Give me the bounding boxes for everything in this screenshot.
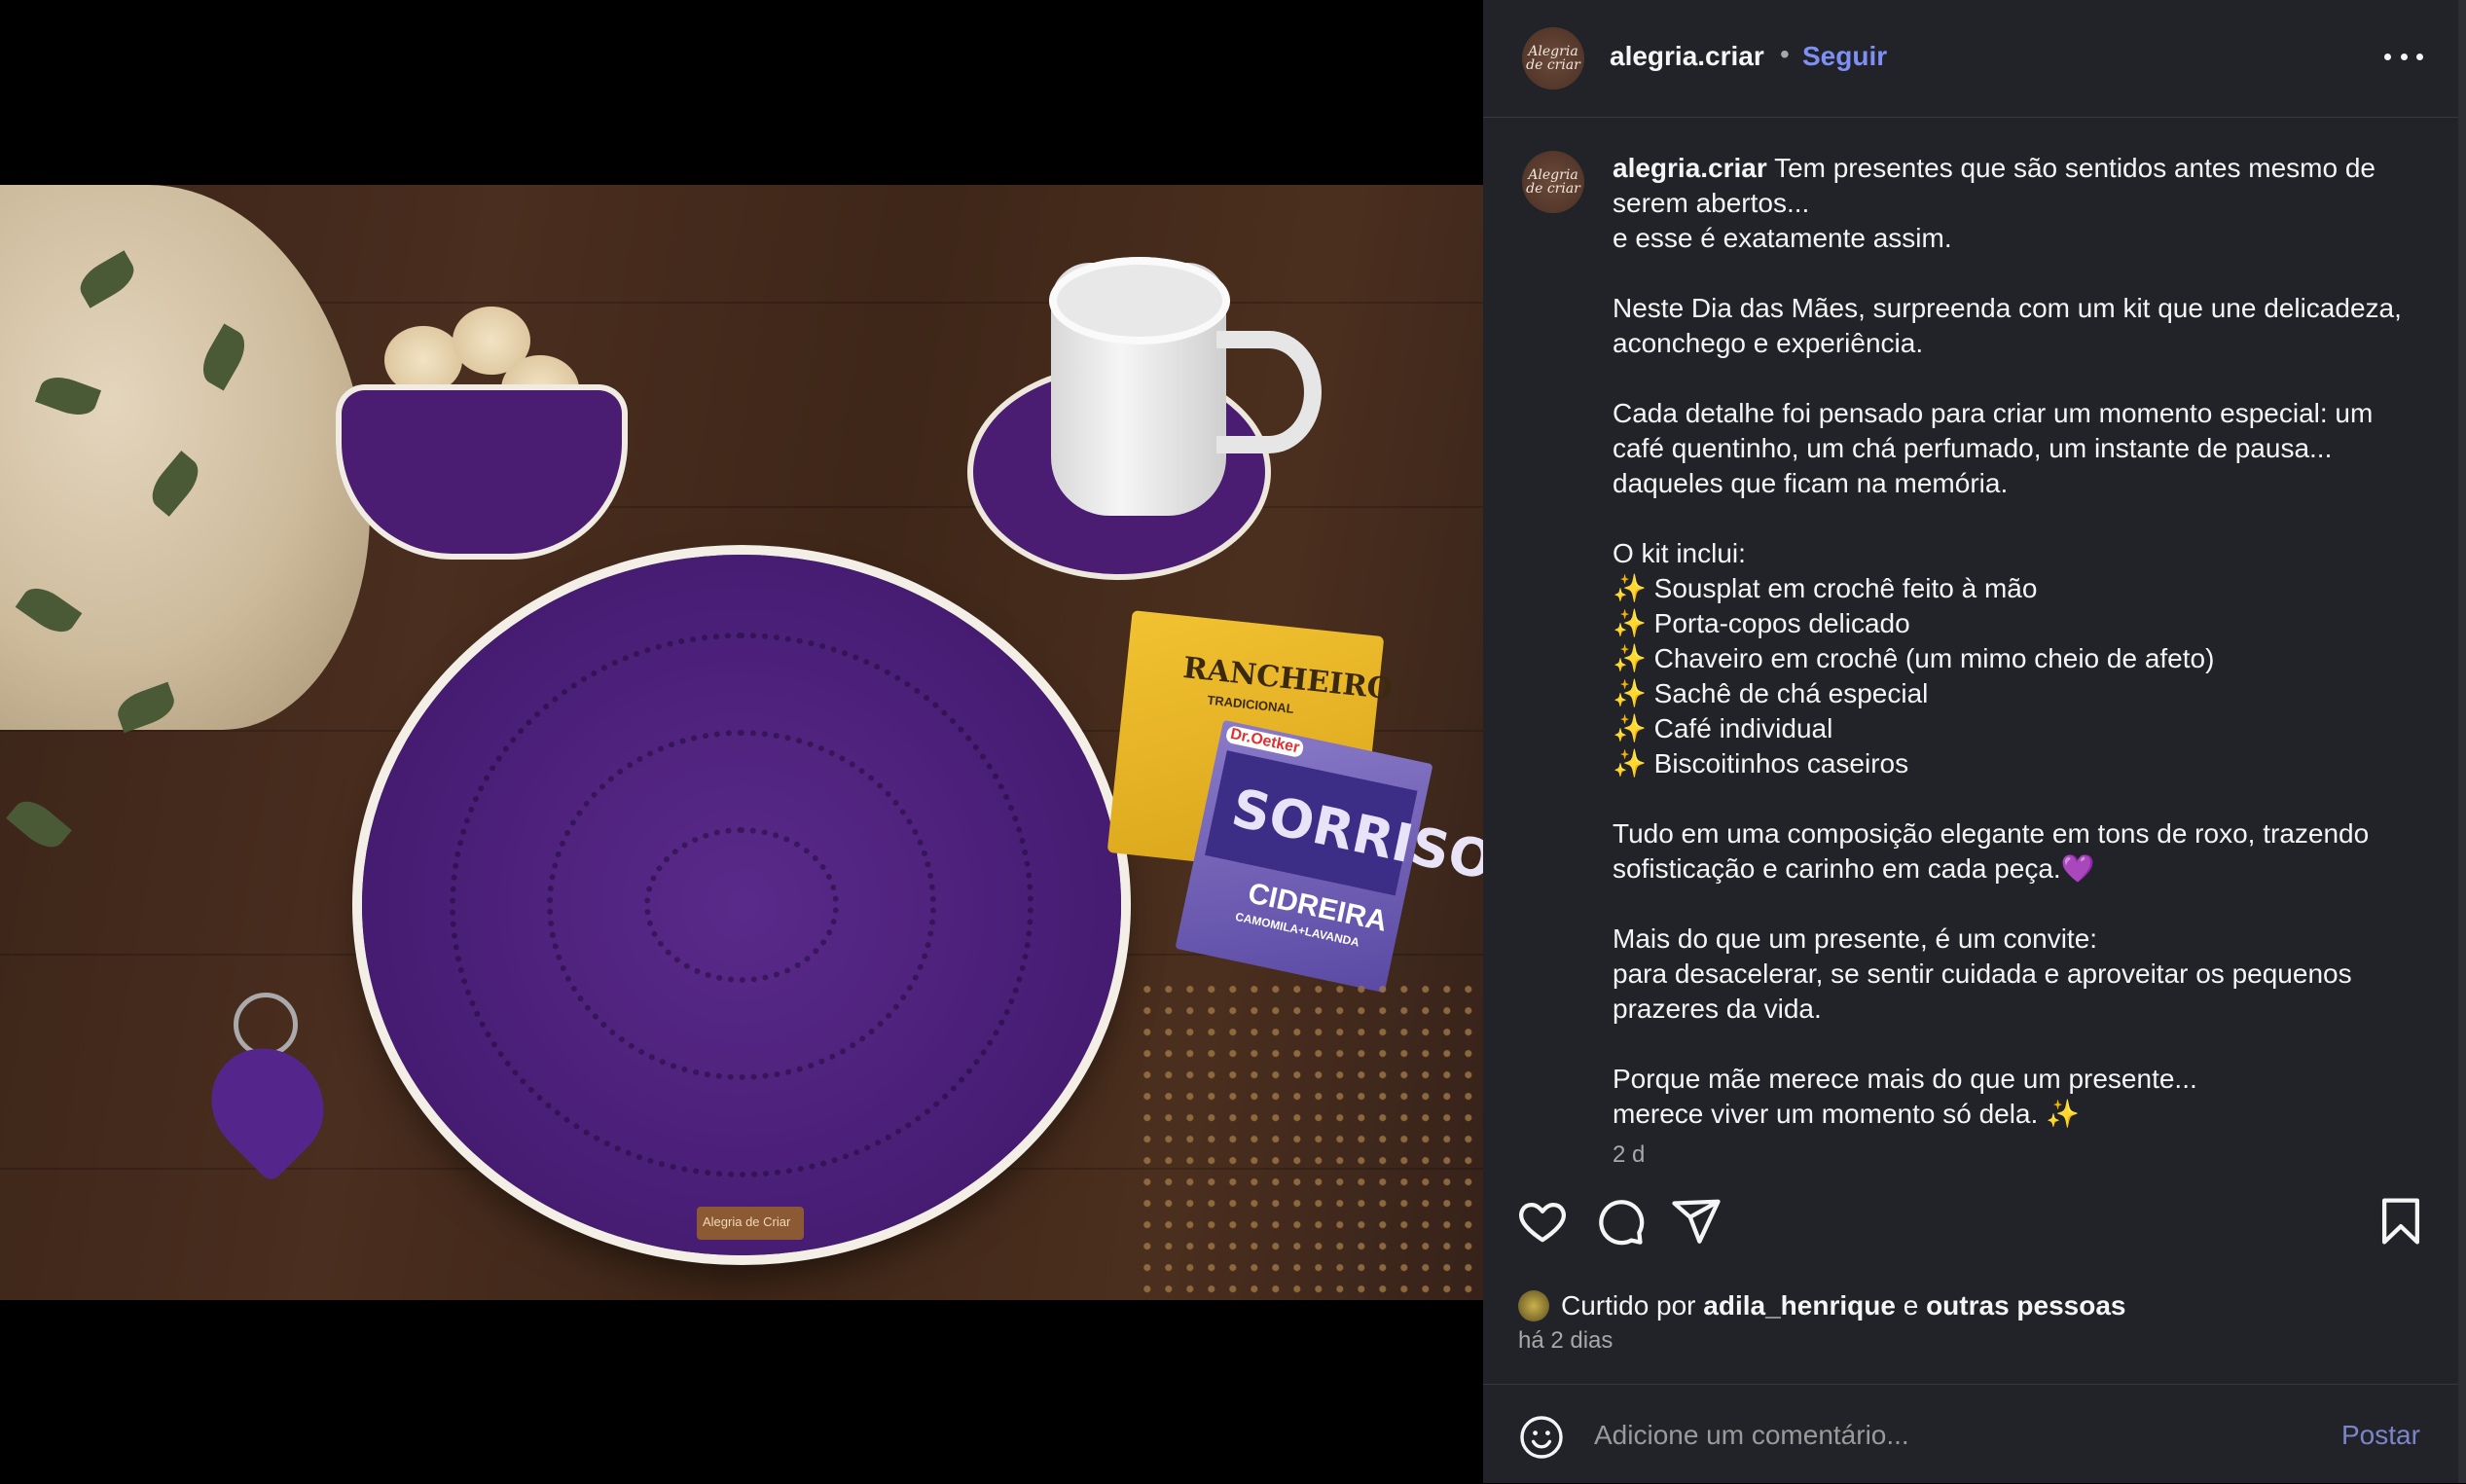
caption-line (1613, 256, 2411, 291)
heart-icon[interactable] (1516, 1195, 1569, 1248)
caption-line: merece viver um momento só dela. ✨ (1613, 1099, 2080, 1129)
crochet-placemat (362, 555, 1121, 1255)
caption-line: para desacelerar, se sentir cuidada e ap… (1613, 959, 2352, 1024)
mug-rim (1049, 257, 1230, 344)
post-header: Alegria de criar alegria.criar • Seguir (1483, 0, 2458, 118)
caption-list-item: ✨ Sousplat em crochê feito à mão (1613, 573, 2038, 603)
crochet-basket (336, 297, 628, 560)
caption-line (1613, 501, 2411, 536)
action-bar (1483, 1195, 2458, 1263)
follow-button[interactable]: Seguir (1802, 41, 1887, 72)
separator-dot: • (1780, 39, 1790, 69)
more-options-icon[interactable] (2384, 37, 2423, 76)
caption-list-item: ✨ Porta-copos delicado (1613, 608, 1910, 638)
brand-tag: Alegria de Criar (697, 1207, 804, 1240)
likes-prefix: Curtido por (1561, 1290, 1696, 1321)
caption-line: Mais do que um presente, é um convite: (1613, 923, 2098, 954)
avatar-logo-text: Alegria de criar (1526, 167, 1580, 197)
brand-tag-text: Alegria de Criar (703, 1214, 791, 1229)
post-photo[interactable]: Alegria de Criar RANCHEIRO TRADICIONAL D… (0, 185, 1483, 1300)
bookmark-icon[interactable] (2375, 1195, 2427, 1248)
caption-timestamp[interactable]: 2 d (1613, 1141, 1645, 1169)
post-image-pane: Alegria de Criar RANCHEIRO TRADICIONAL D… (0, 0, 1483, 1483)
caption-line (1613, 361, 2411, 396)
caption-list-item: ✨ Chaveiro em crochê (um mimo cheio de a… (1613, 643, 2215, 673)
caption-list-item: ✨ Biscoitinhos caseiros (1613, 748, 1909, 778)
likes-summary: Curtido por adila_henrique e outras pess… (1518, 1286, 2125, 1325)
caption-line: e esse é exatamente assim. (1613, 223, 1952, 253)
caption-text: alegria.criar Tem presentes que são sent… (1613, 151, 2411, 1132)
caption-username[interactable]: alegria.criar (1613, 153, 1767, 183)
caption-line: Tudo em uma composição elegante em tons … (1613, 818, 2370, 884)
caption-list-item: ✨ Café individual (1613, 713, 1833, 743)
comment-icon[interactable] (1594, 1195, 1647, 1248)
tea-band: SORRISO (1205, 750, 1483, 896)
other-likers-link[interactable]: outras pessoas (1926, 1290, 2125, 1321)
caption-area: Alegria de criar alegria.criar Tem prese… (1483, 118, 2458, 1169)
post-details-panel: Alegria de criar alegria.criar • Seguir … (1483, 0, 2458, 1483)
heart-keychain (188, 1025, 347, 1184)
tea-sachet: Dr.Oetker SORRISO CIDREIRA CAMOMILA+LAVA… (1175, 719, 1483, 994)
white-mug (1049, 257, 1322, 516)
tea-name: SORRISO (1226, 777, 1483, 892)
basket-body (336, 384, 628, 560)
dried-flowers (1139, 983, 1483, 1300)
caption-avatar[interactable]: Alegria de criar (1522, 151, 1584, 213)
comment-bar: Postar (1483, 1384, 2458, 1484)
comment-input[interactable] (1592, 1410, 2297, 1461)
author-avatar[interactable]: Alegria de criar (1522, 27, 1584, 90)
first-liker-link[interactable]: adila_henrique (1703, 1290, 1896, 1321)
leaf (6, 792, 72, 856)
caption-line (1613, 1027, 2411, 1062)
send-icon[interactable] (1670, 1195, 1723, 1248)
avatar-logo-text: Alegria de criar (1526, 44, 1580, 73)
caption-line: alegria.criar Tem presentes que são sent… (1613, 151, 2411, 221)
caption-line: O kit inclui: (1613, 538, 1746, 568)
doily-ring (644, 827, 839, 983)
emoji-icon[interactable] (1518, 1414, 1565, 1461)
sachet-sub: TRADICIONAL (1206, 692, 1295, 716)
mug-handle (1216, 331, 1322, 453)
likes-connector: e (1903, 1290, 1919, 1321)
caption-list-item: ✨ Sachê de chá especial (1613, 678, 1929, 708)
caption-line: Porque mãe merece mais do que um present… (1613, 1064, 2197, 1094)
crochet-keychain (188, 993, 355, 1184)
caption-line: Neste Dia das Mães, surpreenda com um ki… (1613, 293, 2402, 358)
scrollbar[interactable] (2458, 0, 2466, 1483)
caption-line: Cada detalhe foi pensado para criar um m… (1613, 398, 2374, 498)
caption-line (1613, 887, 2411, 922)
post-comment-button[interactable]: Postar (2341, 1420, 2420, 1451)
author-username[interactable]: alegria.criar (1610, 41, 1764, 72)
post-age: há 2 dias (1518, 1327, 1614, 1354)
liker-avatar[interactable] (1518, 1290, 1549, 1321)
caption-line (1613, 781, 2411, 816)
